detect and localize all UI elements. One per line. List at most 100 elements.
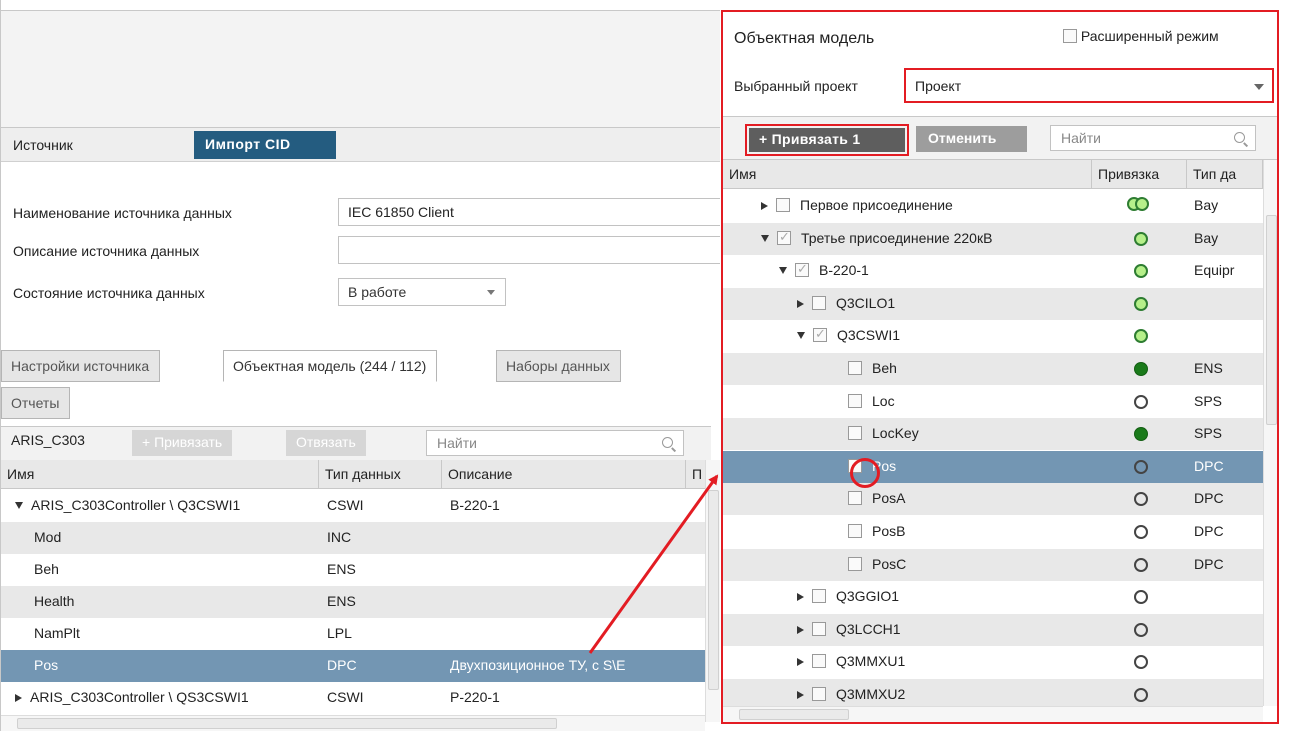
import-cid-button[interactable]: Импорт CID — [194, 131, 336, 159]
tree-node-label: B-220-1 — [819, 262, 869, 279]
checkbox[interactable] — [812, 687, 826, 701]
expand-icon[interactable] — [797, 625, 804, 634]
tab-datasets[interactable]: Наборы данных — [496, 350, 621, 382]
table-row[interactable]: Mod INC — [1, 522, 706, 554]
table-row[interactable]: ARIS_C303Controller \ Q3CSWI1 CSWI B-220… — [1, 490, 706, 522]
checkbox[interactable] — [848, 361, 862, 375]
project-select[interactable]: Проект — [904, 68, 1274, 103]
chevron-down-icon — [487, 290, 495, 295]
scrollbar-thumb[interactable] — [708, 490, 719, 690]
expand-icon[interactable] — [15, 694, 22, 702]
checkbox[interactable] — [848, 524, 862, 538]
checkbox[interactable] — [848, 426, 862, 441]
expand-icon[interactable] — [761, 202, 768, 210]
tree-node-type: Bay — [1194, 197, 1219, 213]
tree-row[interactable]: Третье присоединение 220кВ Bay — [723, 222, 1263, 255]
tree-node-label: Q3LCCH1 — [836, 620, 901, 637]
tree-node-type: DPC — [1194, 457, 1224, 474]
tree-row[interactable]: Q3CSWI1 — [723, 320, 1263, 352]
scrollbar-thumb[interactable] — [1266, 215, 1277, 425]
tree-node-type: DPC — [1194, 523, 1224, 539]
column-header-name[interactable]: Имя — [1, 460, 319, 489]
column-header-name[interactable]: Имя — [723, 160, 1092, 189]
expand-icon[interactable] — [797, 691, 804, 699]
panel-title: Объектная модель — [734, 30, 875, 47]
tree-row[interactable]: Q3GGIO1 — [723, 581, 1263, 613]
right-horizontal-scrollbar[interactable] — [723, 706, 1263, 722]
cancel-button[interactable]: Отменить — [916, 126, 1027, 152]
expand-icon[interactable] — [797, 658, 804, 667]
checkbox[interactable] — [848, 556, 862, 571]
left-search-input[interactable]: Найти — [426, 430, 684, 456]
project-label: Выбранный проект — [734, 78, 858, 94]
left-vertical-scrollbar[interactable] — [705, 460, 720, 722]
source-state-select[interactable]: В работе — [338, 278, 506, 306]
tree-row[interactable]: Q3MMXU2 — [723, 679, 1263, 706]
tab-reports[interactable]: Отчеты — [1, 387, 71, 419]
row-type: DPC — [327, 657, 357, 673]
binding-status-icon — [1134, 557, 1148, 572]
checkbox[interactable] — [776, 198, 790, 212]
checkbox[interactable] — [777, 229, 791, 245]
column-header-type[interactable]: Тип данных — [319, 460, 442, 489]
column-header-extra[interactable]: П — [686, 460, 706, 489]
checkbox[interactable] — [795, 261, 809, 278]
tree-node-label: Loc — [872, 392, 895, 409]
checkbox[interactable] — [848, 491, 862, 506]
checkbox-icon[interactable] — [1063, 29, 1077, 43]
tree-row[interactable]: PosB DPC — [723, 516, 1263, 548]
checkbox[interactable] — [812, 621, 826, 636]
bind-button[interactable]: + Привязать 1 — [749, 128, 905, 152]
bind-button[interactable]: + Привязать — [132, 430, 233, 456]
table-row[interactable]: Health ENS — [1, 586, 706, 618]
checkbox[interactable] — [812, 295, 826, 310]
scrollbar-thumb[interactable] — [17, 718, 557, 729]
expand-icon[interactable] — [15, 502, 23, 509]
expand-icon[interactable] — [797, 593, 804, 602]
right-search-input[interactable]: Найти — [1050, 125, 1256, 151]
checkbox[interactable] — [848, 393, 862, 408]
tree-row-selected[interactable]: PosDPC — [723, 450, 1263, 483]
right-vertical-scrollbar[interactable] — [1263, 160, 1277, 706]
tree-row[interactable]: B-220-1 Equipr — [723, 255, 1263, 287]
tree-row[interactable]: PosC DPC — [723, 548, 1263, 581]
table-row[interactable]: ARIS_C303Controller \ QS3CSWI1 CSWI P-22… — [1, 682, 706, 714]
collapse-icon[interactable] — [779, 267, 787, 275]
scrollbar-thumb[interactable] — [739, 709, 849, 720]
table-row[interactable]: Beh ENS — [1, 554, 706, 586]
source-name-field[interactable]: IEC 61850 Client — [338, 198, 720, 226]
collapse-icon[interactable] — [797, 332, 805, 340]
tree-node: Q3MMXU1 — [797, 653, 905, 669]
tree-row[interactable]: Q3MMXU1 — [723, 646, 1263, 678]
table-row[interactable]: NamPlt LPL — [1, 618, 706, 650]
tree-row[interactable]: LocKey SPS — [723, 418, 1263, 451]
binding-status-icon — [1134, 688, 1148, 702]
tab-object-model[interactable]: Объектная модель (244 / 112) — [223, 350, 438, 382]
tab-source-settings[interactable]: Настройки источника — [1, 350, 161, 382]
column-header-description[interactable]: Описание — [442, 460, 686, 489]
tree-row[interactable]: Beh ENS — [723, 353, 1263, 385]
binding-status-icon — [1134, 492, 1148, 507]
tree-row[interactable]: Loc SPS — [723, 386, 1263, 418]
unbind-button[interactable]: Отвязать — [286, 430, 366, 456]
extended-mode-checkbox[interactable]: Расширенный режим — [1063, 28, 1219, 44]
source-description-field[interactable] — [338, 236, 720, 264]
binding-status-icon — [1134, 427, 1148, 442]
tree-row[interactable]: Q3CILO1 — [723, 287, 1263, 320]
checkbox[interactable] — [813, 326, 827, 343]
checkbox[interactable] — [812, 589, 826, 604]
tree-row[interactable]: PosA DPC — [723, 483, 1263, 516]
collapse-icon[interactable] — [761, 234, 769, 242]
column-header-type[interactable]: Тип да — [1187, 160, 1263, 189]
left-horizontal-scrollbar[interactable] — [1, 715, 705, 731]
row-name: Beh — [34, 561, 59, 577]
tree-node-label: Третье присоединение 220кВ — [801, 229, 993, 246]
search-placeholder: Найти — [437, 435, 477, 451]
tree-row[interactable]: Первое присоединение Bay — [723, 190, 1263, 222]
table-row-selected[interactable]: Pos DPC Двухпозиционное ТУ, с S\E — [1, 650, 706, 682]
checkbox[interactable] — [812, 654, 826, 669]
tree-row[interactable]: Q3LCCH1 — [723, 613, 1263, 646]
expand-icon[interactable] — [797, 299, 804, 308]
tree-node: Третье присоединение 220кВ — [761, 229, 993, 246]
column-header-binding[interactable]: Привязка — [1092, 160, 1187, 189]
